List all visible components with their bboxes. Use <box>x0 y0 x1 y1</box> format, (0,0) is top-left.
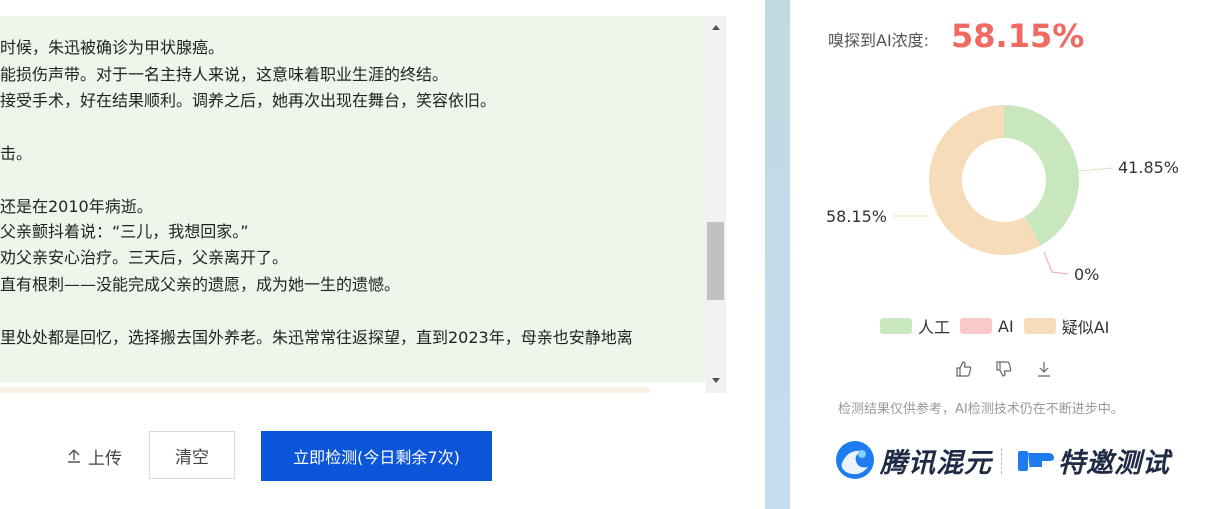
legend-item-suspected-ai[interactable]: 疑似AI <box>1023 314 1110 338</box>
thumbs-down-icon[interactable] <box>995 360 1013 378</box>
legend-swatch-ai <box>960 318 993 334</box>
legend-item-ai[interactable]: AI <box>960 317 1014 336</box>
hunyuan-logo-icon <box>836 441 874 479</box>
editor-line: 还是在2010年病逝。 <box>0 197 153 216</box>
invite-test-logo: 特邀测试 <box>1016 441 1170 480</box>
data-label-human: 41.85% <box>1118 158 1179 177</box>
detect-button[interactable]: 立即检测(今日剩余7次) <box>261 431 492 481</box>
editor-line: 父亲颤抖着说：“三儿，我想回家。” <box>0 222 249 241</box>
legend-swatch-suspected-ai <box>1023 318 1056 334</box>
clear-button[interactable]: 清空 <box>149 431 235 479</box>
legend-label-suspected-ai: 疑似AI <box>1061 318 1110 337</box>
invite-test-text: 特邀测试 <box>1058 448 1170 479</box>
disclaimer-text: 检测结果仅供参考，AI检测技术仍在不断进步中。 <box>838 402 1124 417</box>
hunyuan-logo: 腾讯混元 <box>834 439 992 481</box>
scroll-up-arrow-icon[interactable] <box>712 25 720 30</box>
data-label-ai: 0% <box>1074 265 1099 284</box>
editor-line: 里处处都是回忆，选择搬去国外养老。朱迅常常往返探望，直到2023年，母亲也安静地… <box>0 328 633 347</box>
ai-detection-donut-chart: 41.85% 0% 58.15% <box>826 105 1179 284</box>
logo-separator <box>1001 448 1003 474</box>
hunyuan-logo-text: 腾讯混元 <box>880 447 992 479</box>
horizontal-scrollbar[interactable] <box>0 387 650 393</box>
leader-line <box>1043 251 1069 275</box>
detect-label: 立即检测(今日剩余7次) <box>293 448 460 467</box>
text-editor[interactable]: 时候，朱迅被确诊为甲状腺癌。 能损伤声带。对于一名主持人来说，这意味着职业生涯的… <box>0 16 706 382</box>
pointing-hand-icon <box>1018 450 1054 471</box>
upload-button[interactable]: 上传 <box>66 442 122 470</box>
thumbs-up-icon[interactable] <box>955 360 973 378</box>
upload-icon <box>68 449 80 463</box>
editor-scrollbar[interactable] <box>706 16 726 393</box>
editor-line: 能损伤声带。对于一名主持人来说，这意味着职业生涯的终结。 <box>0 65 449 84</box>
feedback-actions <box>955 360 1075 378</box>
editor-line: 直有根刺——没能完成父亲的遗愿，成为她一生的遗憾。 <box>0 275 401 294</box>
upload-label: 上传 <box>88 448 122 469</box>
ai-score-value: 58.15% <box>951 17 1085 55</box>
data-label-suspected-ai: 58.15% <box>826 207 887 226</box>
legend-item-human[interactable]: 人工 <box>880 314 950 338</box>
download-icon[interactable] <box>1035 360 1053 378</box>
chart-legend: 人工 AI 疑似AI <box>880 314 1119 338</box>
scrollbar-thumb[interactable] <box>707 222 724 300</box>
legend-label-ai: AI <box>998 316 1014 336</box>
panel-divider <box>765 0 790 509</box>
legend-swatch-human <box>880 318 912 334</box>
editor-line: 接受手术，好在结果顺利。调养之后，她再次出现在舞台，笑容依旧。 <box>0 91 497 110</box>
editor-line: 击。 <box>0 144 33 163</box>
clear-label: 清空 <box>175 447 209 468</box>
legend-label-human: 人工 <box>918 318 951 337</box>
scroll-down-arrow-icon[interactable] <box>712 378 720 383</box>
ai-score-label: 嗅探到AI浓度: <box>828 31 930 50</box>
editor-line: 时候，朱迅被确诊为甲状腺癌。 <box>0 38 225 57</box>
editor-line: 劝父亲安心治疗。三天后，父亲离开了。 <box>0 248 289 267</box>
